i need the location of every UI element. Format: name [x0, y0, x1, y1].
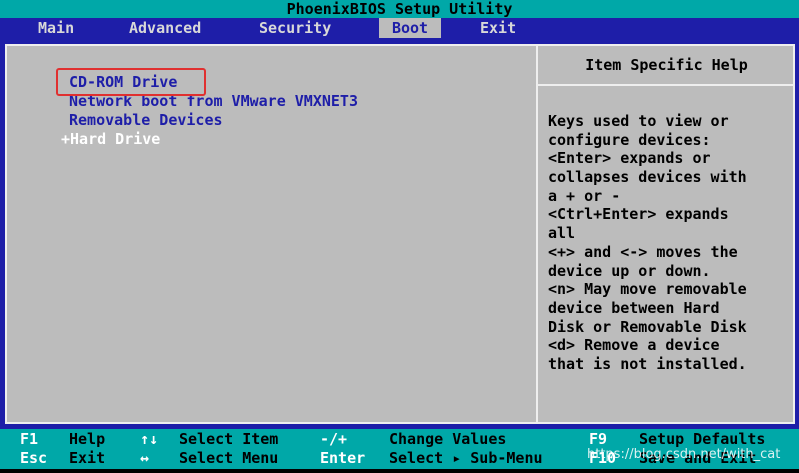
help-line: <n> May move removable [548, 280, 747, 299]
bottom-strip [0, 469, 799, 473]
key-updown-desc: Select Item [179, 430, 279, 448]
main-panel: CD-ROM Drive Network boot from VMware VM… [5, 44, 795, 424]
help-line: that is not installed. [548, 354, 747, 373]
key-leftright: ↔ [140, 449, 150, 467]
menu-main[interactable]: Main [38, 18, 74, 38]
key-minus-plus-desc: Change Values [389, 430, 507, 448]
help-line: <+> and <-> moves the [548, 242, 738, 261]
boot-item-removable[interactable]: Removable Devices [69, 111, 358, 130]
watermark-text: https://blog.csdn.net/with_cat [587, 447, 781, 462]
help-line: <d> Remove a device [548, 336, 720, 355]
menu-advanced[interactable]: Advanced [129, 18, 201, 38]
key-updown: ↑↓ [140, 430, 159, 448]
help-line: Disk or Removable Disk [548, 317, 747, 336]
help-line: all [548, 224, 576, 243]
key-minus-plus: -/+ [320, 430, 348, 448]
help-line: collapses devices with [548, 168, 747, 187]
panel-divider [536, 44, 538, 424]
help-line: a + or - [548, 186, 621, 205]
menu-bar: Main Advanced Security Boot Exit [0, 18, 799, 38]
help-line: <Enter> expands or [548, 149, 711, 168]
menu-security[interactable]: Security [259, 18, 331, 38]
help-line: device up or down. [548, 261, 711, 280]
app-title: PhoenixBIOS Setup Utility [286, 0, 513, 18]
menu-exit[interactable]: Exit [480, 18, 516, 38]
help-line: <Ctrl+Enter> expands [548, 205, 729, 224]
help-line: Keys used to view or [548, 112, 729, 130]
help-title-divider [538, 84, 795, 86]
key-f1: F1 [20, 430, 39, 448]
help-title: Item Specific Help [585, 56, 748, 74]
key-esc-desc: Exit [69, 449, 106, 467]
key-enter: Enter [320, 449, 366, 467]
key-leftright-desc: Select Menu [179, 449, 279, 467]
help-line: configure devices: [548, 130, 711, 149]
help-text: Keys used to view or configure devices: … [548, 112, 788, 374]
key-esc: Esc [20, 449, 48, 467]
boot-item-hard-drive[interactable]: +Hard Drive [61, 130, 358, 149]
help-line: device between Hard [548, 298, 720, 317]
key-enter-desc: Select ▸ Sub-Menu [389, 449, 543, 467]
key-f1-desc: Help [69, 430, 106, 448]
selection-highlight [56, 68, 206, 96]
menu-boot[interactable]: Boot [379, 18, 441, 38]
